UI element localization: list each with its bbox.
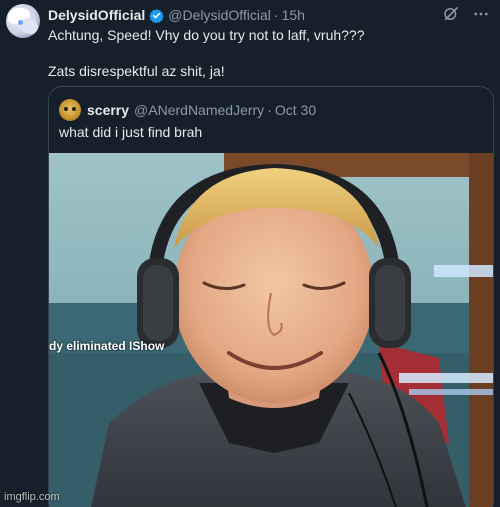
tweet-header: DelysidOfficial @DelysidOfficial · 15h: [48, 6, 490, 24]
user-avatar[interactable]: [6, 4, 40, 38]
tweet-text: Achtung, Speed! Vhy do you try not to la…: [48, 27, 365, 79]
verified-badge-icon: [149, 8, 165, 23]
tweet-card[interactable]: DelysidOfficial @DelysidOfficial · 15h A…: [0, 0, 500, 507]
quoted-user-handle[interactable]: @ANerdNamedJerry: [134, 102, 264, 118]
quoted-user-avatar[interactable]: [59, 99, 81, 121]
quoted-timestamp[interactable]: Oct 30: [275, 102, 316, 118]
quoted-tweet-header: scerry @ANerdNamedJerry · Oct 30: [59, 99, 316, 121]
more-options-icon[interactable]: [472, 5, 490, 23]
quoted-separator-dot: ·: [267, 102, 272, 118]
quoted-media-image[interactable]: dy eliminated IShow: [49, 153, 493, 507]
separator-dot: ·: [273, 7, 279, 23]
quoted-tweet[interactable]: scerry @ANerdNamedJerry · Oct 30 what di…: [48, 86, 494, 507]
quoted-tweet-text: what did i just find brah: [59, 124, 203, 140]
quoted-display-name[interactable]: scerry: [87, 102, 129, 118]
user-handle[interactable]: @DelysidOfficial: [168, 7, 271, 23]
display-name[interactable]: DelysidOfficial: [48, 7, 145, 23]
imgflip-watermark: imgflip.com: [4, 491, 60, 503]
tweet-timestamp[interactable]: 15h: [282, 7, 305, 23]
media-photo: [49, 153, 493, 507]
grok-icon[interactable]: [442, 5, 460, 23]
game-overlay-text: dy eliminated IShow: [49, 339, 165, 353]
